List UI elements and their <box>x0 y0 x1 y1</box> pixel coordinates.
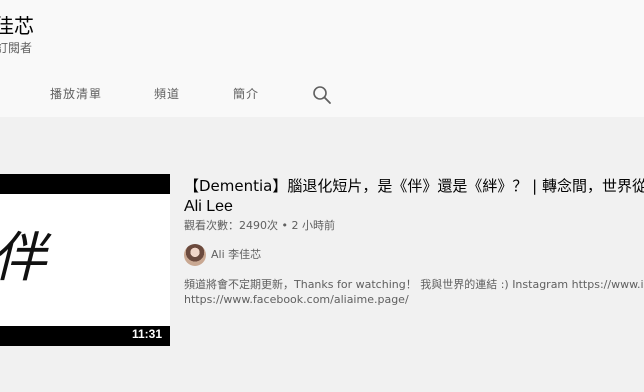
channel-header: 佳芯 訂閱者 播放清單 頻道 簡介 <box>0 0 644 117</box>
video-description-line-2: https://www.facebook.com/aliaime.page/ <box>184 293 409 306</box>
video-meta: 觀看次數：2490次 • 2 小時前 <box>184 219 335 232</box>
thumbnail-image: 伴 <box>0 194 170 326</box>
search-icon <box>313 86 331 104</box>
channel-name: 佳芯 <box>0 14 34 38</box>
tab-about[interactable]: 簡介 <box>233 86 259 102</box>
author-row[interactable]: Ali 李佳芯 <box>184 243 261 267</box>
search-button[interactable] <box>311 84 333 106</box>
tab-channels[interactable]: 頻道 <box>154 86 180 102</box>
duration-badge: 11:31 <box>127 326 166 342</box>
video-title[interactable]: 【Dementia】腦退化短片，是《伴》還是《絆》？ | 轉念間，世界從 <box>184 175 644 197</box>
subscriber-count: 訂閱者 <box>0 41 33 55</box>
video-title-continued[interactable]: Ali Lee <box>184 196 233 218</box>
author-name[interactable]: Ali 李佳芯 <box>211 247 261 263</box>
tab-playlists[interactable]: 播放清單 <box>50 86 102 102</box>
video-description-line-1: 頻道將會不定期更新，Thanks for watching！ 我與世界的連結 :… <box>184 278 644 291</box>
thumbnail-calligraphy: 伴 <box>0 228 46 288</box>
avatar[interactable] <box>184 244 206 266</box>
video-thumbnail[interactable]: 伴 11:31 <box>0 174 170 346</box>
